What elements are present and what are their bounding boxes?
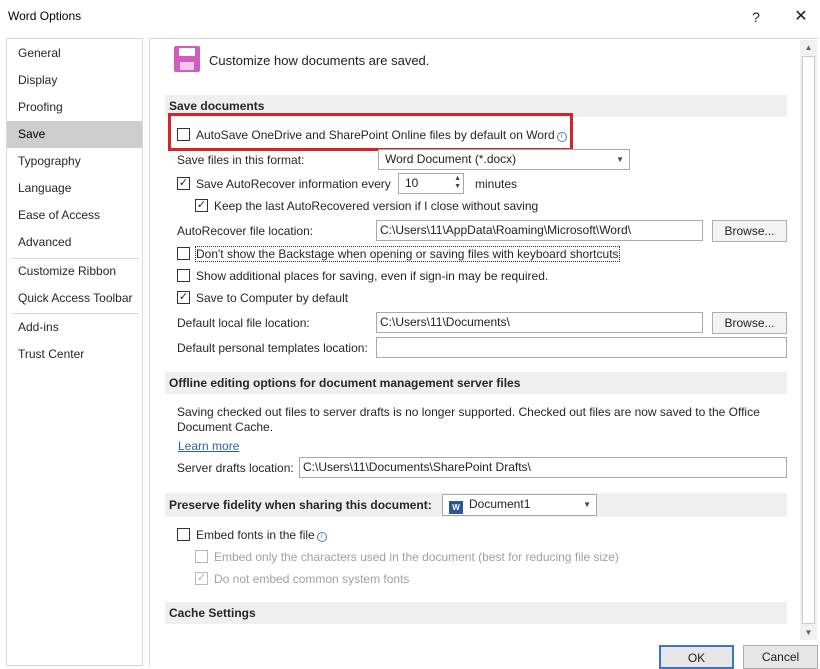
embed-only-label: Embed only the characters used in the do…: [214, 550, 619, 564]
save-format-select[interactable]: Word Document (*.docx) ▼: [378, 149, 630, 170]
sidebar-nav: General Display Proofing Save Typography…: [6, 38, 143, 666]
default-local-input[interactable]: C:\Users\11\Documents\: [376, 312, 703, 333]
autorecover-location-input[interactable]: C:\Users\11\AppData\Roaming\Microsoft\Wo…: [376, 220, 703, 241]
save-to-computer-label: Save to Computer by default: [196, 291, 349, 305]
save-format-label: Save files in this format:: [177, 153, 305, 167]
section-offline-editing: Offline editing options for document man…: [165, 372, 787, 394]
server-drafts-label: Server drafts location:: [177, 461, 294, 475]
sidebar-item-quick-access-toolbar[interactable]: Quick Access Toolbar: [7, 285, 142, 312]
word-document-icon: W: [449, 501, 463, 514]
sidebar-item-trust-center[interactable]: Trust Center: [7, 341, 142, 368]
title-bar: [0, 0, 820, 34]
backstage-checkbox[interactable]: [177, 247, 190, 260]
embed-fonts-label: Embed fonts in the file i: [196, 528, 327, 542]
offline-notice-line1: Saving checked out files to server draft…: [177, 405, 760, 419]
scroll-down-icon[interactable]: ▼: [800, 625, 817, 641]
sidebar-item-save[interactable]: Save: [7, 121, 142, 148]
no-common-fonts-checkbox[interactable]: ✓: [195, 572, 208, 585]
close-button[interactable]: ✕: [788, 6, 814, 28]
spinner-arrows-icon[interactable]: ▲ ▼: [454, 175, 461, 191]
sidebar-item-language[interactable]: Language: [7, 175, 142, 202]
autosave-label: AutoSave OneDrive and SharePoint Online …: [196, 128, 567, 142]
keep-last-label: Keep the last AutoRecovered version if I…: [214, 199, 539, 213]
save-floppy-icon: [174, 46, 200, 72]
sidebar-item-customize-ribbon[interactable]: Customize Ribbon: [7, 258, 142, 285]
personal-templates-label: Default personal templates location:: [177, 341, 368, 355]
sidebar-item-add-ins[interactable]: Add-ins: [7, 314, 142, 341]
chevron-down-icon: ▼: [583, 500, 591, 509]
minutes-label: minutes: [475, 177, 518, 191]
keep-last-checkbox[interactable]: ✓: [195, 199, 208, 212]
save-to-computer-checkbox[interactable]: ✓: [177, 291, 190, 304]
help-button[interactable]: ?: [744, 6, 768, 28]
info-icon[interactable]: i: [316, 532, 327, 542]
learn-more-link[interactable]: Learn more: [178, 439, 239, 453]
server-drafts-input[interactable]: C:\Users\11\Documents\SharePoint Drafts\: [299, 457, 787, 478]
embed-only-checkbox[interactable]: [195, 550, 208, 563]
browse-autorecover-button[interactable]: Browse...: [712, 220, 787, 242]
cancel-button[interactable]: Cancel: [743, 645, 818, 669]
additional-places-checkbox[interactable]: [177, 269, 190, 282]
additional-places-label: Show additional places for saving, even …: [196, 269, 549, 283]
sidebar-item-general[interactable]: General: [7, 40, 142, 67]
autorecover-label: Save AutoRecover information every: [196, 177, 391, 191]
chevron-down-icon: ▼: [616, 155, 624, 164]
sidebar-item-typography[interactable]: Typography: [7, 148, 142, 175]
autorecover-minutes-spinner[interactable]: 10 ▲ ▼: [398, 173, 464, 194]
default-local-label: Default local file location:: [177, 316, 310, 330]
sidebar-item-display[interactable]: Display: [7, 67, 142, 94]
fidelity-document-select[interactable]: W Document1 ▼: [442, 494, 597, 516]
embed-fonts-checkbox[interactable]: [177, 528, 190, 541]
ok-button[interactable]: OK: [659, 645, 734, 669]
scrollbar-thumb[interactable]: [802, 56, 815, 624]
offline-notice-line2: Document Cache.: [177, 420, 274, 434]
sidebar-item-advanced[interactable]: Advanced: [7, 229, 142, 256]
page-header: Customize how documents are saved.: [209, 53, 430, 68]
personal-templates-input[interactable]: [376, 337, 787, 358]
info-icon[interactable]: i: [556, 132, 567, 142]
browse-default-local-button[interactable]: Browse...: [712, 312, 787, 334]
section-cache-settings: Cache Settings: [165, 602, 787, 624]
sidebar-item-ease-of-access[interactable]: Ease of Access: [7, 202, 142, 229]
window-title: Word Options: [8, 9, 82, 23]
sidebar-item-proofing[interactable]: Proofing: [7, 94, 142, 121]
backstage-label: Don't show the Backstage when opening or…: [195, 246, 620, 262]
autorecover-checkbox[interactable]: ✓: [177, 177, 190, 190]
no-common-fonts-label: Do not embed common system fonts: [214, 572, 410, 586]
scroll-up-icon[interactable]: ▲: [800, 40, 817, 56]
autorecover-location-label: AutoRecover file location:: [177, 224, 314, 238]
autosave-checkbox[interactable]: [177, 128, 190, 141]
